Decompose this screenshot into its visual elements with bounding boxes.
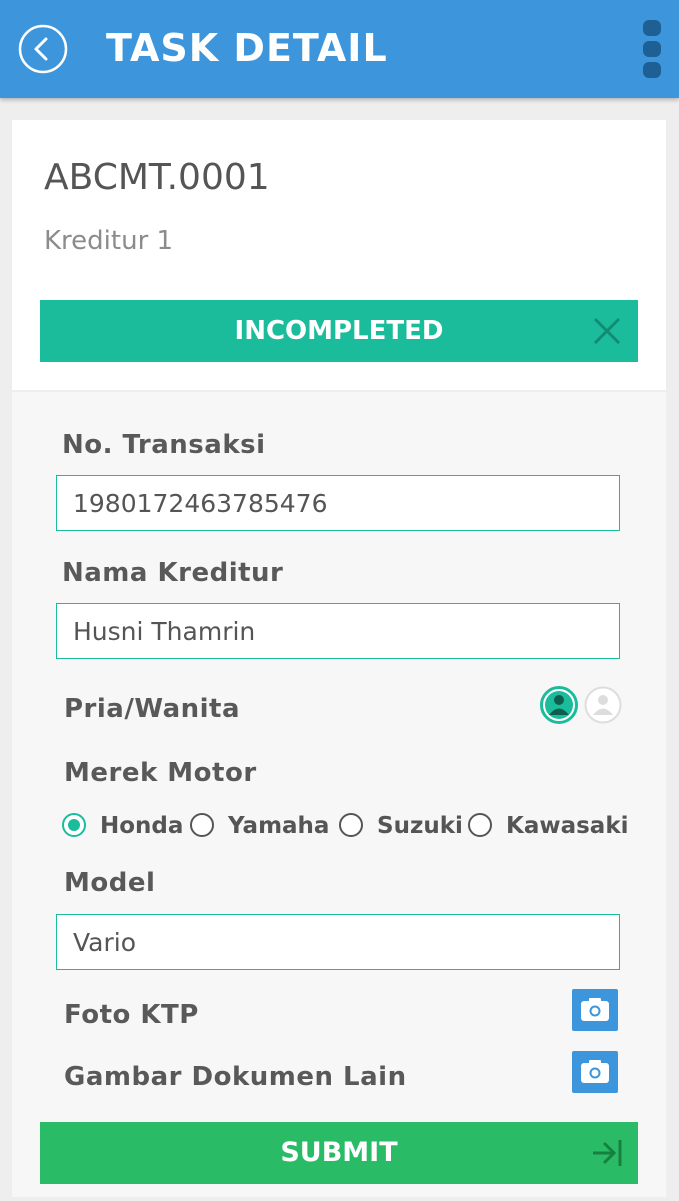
radio-label: Suzuki <box>377 813 463 839</box>
radio-label: Yamaha <box>228 813 330 839</box>
task-summary-card: ABCMT.0001 Kreditur 1 INCOMPLETED <box>12 120 666 390</box>
radio-label: Honda <box>100 813 184 839</box>
camera-icon[interactable] <box>572 989 618 1031</box>
male-user-icon[interactable] <box>540 686 578 724</box>
close-icon[interactable] <box>592 316 622 346</box>
radio-unselected-icon <box>190 813 214 837</box>
gambar-dokumen-label: Gambar Dokumen Lain <box>64 1062 407 1092</box>
app-header: TASK DETAIL <box>0 0 679 98</box>
status-badge: INCOMPLETED <box>40 300 638 362</box>
merek-motor-radio-group: Honda Yamaha Suzuki Kawasaki <box>62 810 632 842</box>
task-form: No. Transaksi Nama Kreditur Pria/Wanita … <box>12 392 666 1197</box>
submit-button[interactable]: SUBMIT <box>40 1122 638 1184</box>
camera-icon[interactable] <box>572 1051 618 1093</box>
task-code: ABCMT.0001 <box>44 157 270 198</box>
no-transaksi-label: No. Transaksi <box>62 430 266 460</box>
arrow-right-to-bar-icon <box>590 1136 624 1170</box>
foto-ktp-label: Foto KTP <box>64 1000 199 1030</box>
merek-motor-label: Merek Motor <box>64 758 257 788</box>
no-transaksi-input[interactable] <box>56 475 620 531</box>
radio-selected-icon <box>62 813 86 837</box>
status-label: INCOMPLETED <box>234 316 444 346</box>
nama-kreditur-input[interactable] <box>56 603 620 659</box>
nama-kreditur-label: Nama Kreditur <box>62 558 284 588</box>
submit-label: SUBMIT <box>280 1137 398 1168</box>
back-arrow-icon[interactable] <box>18 24 68 74</box>
gender-label: Pria/Wanita <box>64 694 241 724</box>
radio-unselected-icon <box>468 813 492 837</box>
female-user-icon[interactable] <box>584 686 622 724</box>
radio-label: Kawasaki <box>506 813 629 839</box>
radio-unselected-icon <box>339 813 363 837</box>
page-title: TASK DETAIL <box>106 26 388 70</box>
more-vertical-icon[interactable] <box>640 20 664 84</box>
model-input[interactable] <box>56 914 620 970</box>
task-subtitle: Kreditur 1 <box>44 226 174 256</box>
model-label: Model <box>64 868 156 898</box>
